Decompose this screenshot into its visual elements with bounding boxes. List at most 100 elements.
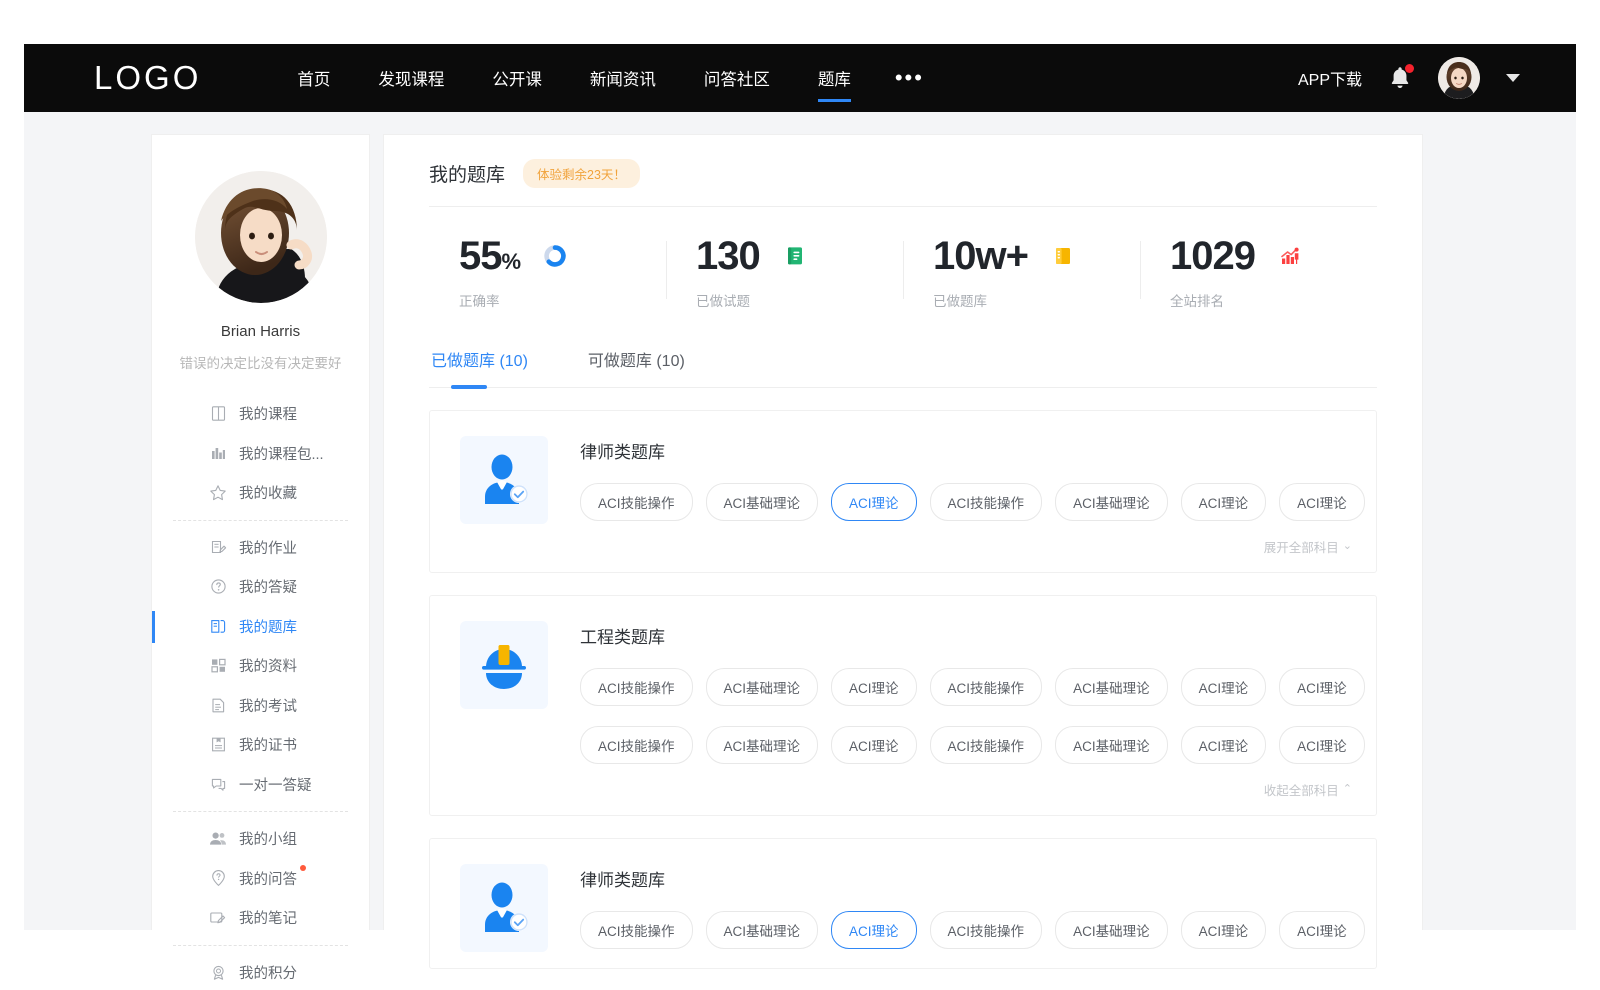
nav-item-discover-courses[interactable]: 发现课程 <box>378 44 444 112</box>
subject-chip[interactable]: ACI基础理论 <box>1055 911 1168 949</box>
sidebar-divider <box>173 811 348 812</box>
collapse-all-subjects-link[interactable]: 收起全部科目 ⌃ <box>1264 780 1352 799</box>
tab-available-banks[interactable]: 可做题库 (10) <box>586 339 687 387</box>
subject-chip[interactable]: ACI基础理论 <box>706 911 819 949</box>
bank-card[interactable]: 工程类题库 ACI技能操作 ACI基础理论 ACI理论 ACI技能操作 ACI基… <box>429 595 1377 816</box>
subject-chip[interactable]: ACI理论 <box>1181 911 1267 949</box>
stat-value-row: 55% <box>459 236 666 276</box>
sidebar-item-label: 我的考试 <box>239 695 297 716</box>
sidebar-item-one-on-one-qa[interactable]: 一对一答疑 <box>152 765 369 805</box>
sidebar-divider <box>173 945 348 946</box>
stat-value-row: 1029 <box>1170 236 1377 276</box>
expand-all-subjects-link[interactable]: 展开全部科目 ⌄ <box>1264 537 1352 556</box>
nav-item-news[interactable]: 新闻资讯 <box>590 44 656 112</box>
sidebar-item-my-favorites[interactable]: 我的收藏 <box>152 473 369 513</box>
star-icon <box>209 484 227 502</box>
nav-item-qa-community[interactable]: 问答社区 <box>704 44 770 112</box>
sidebar-item-my-course-packages[interactable]: 我的课程包... <box>152 434 369 474</box>
sidebar-item-my-materials[interactable]: 我的资料 <box>152 646 369 686</box>
sidebar-item-my-qa[interactable]: 我的问答 <box>152 859 369 899</box>
site-logo[interactable]: LOGO <box>94 59 201 97</box>
avatar <box>195 171 327 303</box>
subject-chip[interactable]: ACI理论 <box>1181 726 1267 764</box>
sidebar-item-my-certificates[interactable]: 我的证书 <box>152 725 369 765</box>
bank-card-footer: 展开全部科目 ⌄ <box>580 537 1352 556</box>
bar-chart-icon <box>209 444 227 462</box>
subject-chip[interactable]: ACI理论 <box>831 668 917 706</box>
bank-card-footer: 收起全部科目 ⌃ <box>580 780 1352 799</box>
sidebar-item-label: 我的答疑 <box>239 576 297 597</box>
sidebar-item-my-notes[interactable]: 我的笔记 <box>152 898 369 938</box>
sidebar-item-my-points[interactable]: 我的积分 <box>152 953 369 990</box>
subject-chip[interactable]: ACI基础理论 <box>706 668 819 706</box>
bank-card[interactable]: 律师类题库 ACI技能操作 ACI基础理论 ACI理论 ACI技能操作 ACI基… <box>429 838 1377 969</box>
subject-chip-selected[interactable]: ACI理论 <box>831 483 917 521</box>
stat-label: 正确率 <box>459 290 666 310</box>
subject-chip[interactable]: ACI技能操作 <box>580 911 693 949</box>
sidebar-item-label: 我的题库 <box>239 616 297 637</box>
subject-chip[interactable]: ACI基础理论 <box>1055 483 1168 521</box>
bank-card-body: 律师类题库 ACI技能操作 ACI基础理论 ACI理论 ACI技能操作 ACI基… <box>580 864 1352 952</box>
sidebar-item-my-question-bank[interactable]: 我的题库 <box>152 607 369 647</box>
profile-sidebar: Brian Harris 错误的决定比没有决定要好 我的课程 我的课程包... … <box>151 134 370 930</box>
stat-number: 130 <box>696 234 760 278</box>
stat-unit: % <box>502 249 521 274</box>
subject-chip[interactable]: ACI基础理论 <box>706 726 819 764</box>
subject-chip[interactable]: ACI理论 <box>1181 668 1267 706</box>
sidebar-item-my-qa-answers[interactable]: 我的答疑 <box>152 567 369 607</box>
sidebar-item-label: 一对一答疑 <box>239 774 312 795</box>
sidebar-item-label: 我的证书 <box>239 734 297 755</box>
subject-chip[interactable]: ACI技能操作 <box>930 726 1043 764</box>
stat-value-row: 10w+ <box>933 236 1140 276</box>
app-download-link[interactable]: APP下载 <box>1298 66 1362 90</box>
stat-value: 1029 <box>1170 236 1255 276</box>
subject-chip[interactable]: ACI技能操作 <box>580 668 693 706</box>
subject-chip-row: ACI技能操作 ACI基础理论 ACI理论 ACI技能操作 ACI基础理论 AC… <box>580 911 1352 949</box>
sidebar-item-my-group[interactable]: 我的小组 <box>152 819 369 859</box>
subject-chip[interactable]: ACI技能操作 <box>930 668 1043 706</box>
expand-link-label: 展开全部科目 <box>1264 537 1339 556</box>
subject-chip[interactable]: ACI理论 <box>831 726 917 764</box>
subject-chip[interactable]: ACI基础理论 <box>1055 726 1168 764</box>
stat-label: 全站排名 <box>1170 290 1377 310</box>
tab-completed-banks[interactable]: 已做题库 (10) <box>429 339 530 387</box>
note-edit-icon <box>209 909 227 927</box>
chevron-down-icon[interactable] <box>1506 74 1520 82</box>
question-circle-icon <box>209 578 227 596</box>
stat-site-rank: 1029 全站排名 <box>1140 225 1377 321</box>
sidebar-item-label: 我的问答 <box>239 868 297 889</box>
subject-chip-row: ACI技能操作 ACI基础理论 ACI理论 ACI技能操作 ACI基础理论 AC… <box>580 483 1352 521</box>
group-icon <box>209 830 227 848</box>
sidebar-item-my-exams[interactable]: 我的考试 <box>152 686 369 726</box>
subject-chip[interactable]: ACI技能操作 <box>930 483 1043 521</box>
nav-more-icon[interactable]: ••• <box>895 44 924 112</box>
subject-chip[interactable]: ACI理论 <box>1279 911 1365 949</box>
nav-item-open-class[interactable]: 公开课 <box>492 44 542 112</box>
subject-chip[interactable]: ACI理论 <box>1279 483 1365 521</box>
subject-chip[interactable]: ACI技能操作 <box>580 483 693 521</box>
orange-book-icon <box>1050 243 1076 269</box>
page-title: 我的题库 <box>429 160 505 187</box>
subject-chip-row: ACI技能操作 ACI基础理论 ACI理论 ACI技能操作 ACI基础理论 AC… <box>580 726 1352 764</box>
subject-chip[interactable]: ACI理论 <box>1279 726 1365 764</box>
bank-card[interactable]: 律师类题库 ACI技能操作 ACI基础理论 ACI理论 ACI技能操作 ACI基… <box>429 410 1377 573</box>
subject-chip[interactable]: ACI基础理论 <box>706 483 819 521</box>
homework-icon <box>209 538 227 556</box>
notification-bell-button[interactable] <box>1388 65 1412 91</box>
sidebar-item-my-courses[interactable]: 我的课程 <box>152 394 369 434</box>
sidebar-item-my-homework[interactable]: 我的作业 <box>152 528 369 568</box>
page-root: LOGO 首页 发现课程 公开课 新闻资讯 问答社区 题库 ••• APP下载 <box>0 0 1600 990</box>
nav-item-home[interactable]: 首页 <box>297 44 330 112</box>
sidebar-menu: 我的课程 我的课程包... 我的收藏 我的作业 <box>152 394 369 990</box>
bank-card-list: 律师类题库 ACI技能操作 ACI基础理论 ACI理论 ACI技能操作 ACI基… <box>429 410 1377 969</box>
nav-item-question-bank[interactable]: 题库 <box>818 44 851 112</box>
subject-chip[interactable]: ACI技能操作 <box>580 726 693 764</box>
subject-chip[interactable]: ACI技能操作 <box>930 911 1043 949</box>
sidebar-item-label: 我的收藏 <box>239 482 297 503</box>
subject-chip[interactable]: ACI基础理论 <box>1055 668 1168 706</box>
user-avatar-button[interactable] <box>1438 57 1480 99</box>
subject-chip[interactable]: ACI理论 <box>1181 483 1267 521</box>
subject-chip-selected[interactable]: ACI理论 <box>831 911 917 949</box>
subject-chip[interactable]: ACI理论 <box>1279 668 1365 706</box>
red-rank-chart-icon <box>1277 243 1303 269</box>
